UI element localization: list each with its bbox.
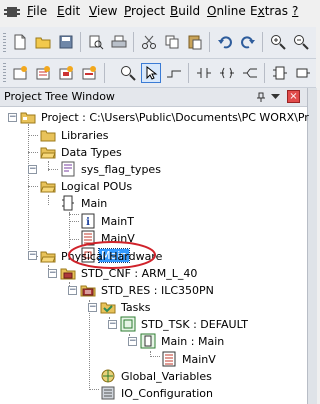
annotation-circle <box>68 241 156 269</box>
new-file-icon[interactable] <box>10 32 30 52</box>
zoom-in-icon[interactable] <box>268 32 288 52</box>
tree-node-label: STD_RES : ILC350PN <box>101 283 214 297</box>
hardware-folder-icon <box>40 251 56 263</box>
folder-open-icon <box>40 181 56 193</box>
tree-node-libraries[interactable]: Libraries <box>40 127 111 143</box>
insert-task-icon[interactable] <box>79 63 99 83</box>
function-block-icon[interactable] <box>270 63 290 83</box>
menu-help[interactable]: ? <box>292 4 298 18</box>
open-folder-icon[interactable] <box>33 32 53 52</box>
tree-node-project[interactable]: Project : C:\Users\Public\Documents\PC W… <box>20 109 311 125</box>
tree-node-label: STD_TSK : DEFAULT <box>141 317 248 331</box>
tree-node-label: sys_flag_types <box>81 162 161 176</box>
datatype-file-icon <box>61 161 75 177</box>
menu-edit[interactable]: Edit <box>57 4 80 18</box>
tree-node-label: Main <box>81 196 108 210</box>
menu-bar: File Edit View Project Build Online Extr… <box>0 0 316 24</box>
folder-open-icon <box>40 147 56 159</box>
collapse-toggle-std-tsk[interactable]: − <box>108 320 117 329</box>
pointer-tool-icon[interactable] <box>141 63 161 83</box>
project-icon <box>20 112 36 124</box>
zoom-icon[interactable] <box>118 63 138 83</box>
folder-icon <box>40 130 56 142</box>
tree-node-data-types[interactable]: Data Types <box>40 144 124 160</box>
connect-line-icon[interactable] <box>164 63 184 83</box>
panel-title-bar: Project Tree Window × <box>0 88 307 107</box>
paste-icon[interactable] <box>185 32 205 52</box>
pin-icon[interactable] <box>254 90 267 103</box>
tree-node-label: Main : Main <box>161 334 225 348</box>
task-icon <box>120 316 136 332</box>
collapse-toggle-std-res[interactable]: − <box>68 286 77 295</box>
variable-block-icon[interactable] <box>293 63 313 83</box>
insert-block-icon[interactable] <box>56 63 76 83</box>
tree-node-main-v-instance[interactable]: MainV <box>161 351 218 367</box>
program-icon <box>62 195 74 211</box>
branch-icon[interactable] <box>240 63 260 83</box>
tree-node-main-t[interactable]: i MainT <box>80 213 136 229</box>
svg-text:i: i <box>86 217 90 228</box>
dropdown-icon[interactable] <box>269 90 282 103</box>
resource-icon <box>80 285 96 297</box>
panel-title: Project Tree Window <box>4 90 115 103</box>
globals-icon <box>101 369 115 383</box>
io-config-icon <box>101 386 115 400</box>
insert-variable-icon[interactable] <box>33 63 53 83</box>
project-tree: − − − − − − − − Project : C:\Users\Publi… <box>0 106 309 404</box>
zoom-out-icon[interactable] <box>291 32 311 52</box>
tree-node-label: Global_Variables <box>121 369 212 383</box>
menu-file[interactable]: File <box>27 4 47 18</box>
close-icon[interactable]: × <box>287 90 300 103</box>
menu-project[interactable]: Project <box>124 4 165 18</box>
variables-icon <box>162 351 176 367</box>
tree-node-label: Logical POUs <box>61 179 133 193</box>
tree-node-io-configuration[interactable]: IO_Configuration <box>100 385 215 401</box>
tree-node-label: Libraries <box>61 128 109 142</box>
redo-icon[interactable] <box>238 32 258 52</box>
program-instance-icon <box>140 333 156 349</box>
tree-node-label: Tasks <box>121 300 151 314</box>
tree-node-label: MainT <box>101 214 134 228</box>
menu-extras[interactable]: Extras <box>250 4 288 18</box>
editor-toolbar <box>0 59 316 88</box>
tree-node-label: Data Types <box>61 145 122 159</box>
print-preview-icon[interactable] <box>86 32 106 52</box>
tree-node-global-variables[interactable]: Global_Variables <box>100 368 214 384</box>
tree-node-std-res[interactable]: STD_RES : ILC350PN <box>80 282 216 298</box>
collapse-toggle-logical-pous[interactable]: − <box>28 165 37 174</box>
copy-icon[interactable] <box>162 32 182 52</box>
menu-view[interactable]: View <box>89 4 117 18</box>
tree-node-logical-pous[interactable]: Logical POUs <box>40 178 134 194</box>
tasks-folder-icon <box>100 302 116 314</box>
cut-icon[interactable] <box>139 32 159 52</box>
collapse-toggle-main-main[interactable]: − <box>128 337 137 346</box>
collapse-toggle-physical-hardware[interactable]: − <box>28 251 37 260</box>
tree-node-tasks[interactable]: Tasks <box>100 299 152 315</box>
tree-node-label: Project : C:\Users\Public\Documents\PC W… <box>41 110 309 124</box>
app-icon[interactable] <box>4 5 20 19</box>
menu-online[interactable]: Online <box>207 4 246 18</box>
contact-icon[interactable] <box>194 63 214 83</box>
coil-icon[interactable] <box>217 63 237 83</box>
editor-area-edge <box>307 88 317 404</box>
print-icon[interactable] <box>109 32 129 52</box>
save-icon[interactable] <box>56 32 76 52</box>
collapse-toggle-std-cnf[interactable]: − <box>48 269 57 278</box>
collapse-toggle-project[interactable]: − <box>8 113 17 122</box>
info-icon: i <box>81 213 95 229</box>
tree-node-label: MainV <box>182 352 216 366</box>
undo-icon[interactable] <box>215 32 235 52</box>
menu-build[interactable]: Build <box>170 4 200 18</box>
collapse-toggle-tasks[interactable]: − <box>88 303 97 312</box>
tree-node-sys-flag-types[interactable]: sys_flag_types <box>60 161 163 177</box>
tree-node-label: IO_Configuration <box>121 386 214 400</box>
tree-node-main-main[interactable]: Main : Main <box>140 333 226 349</box>
tree-node-std-tsk[interactable]: STD_TSK : DEFAULT <box>120 316 250 332</box>
insert-pou-icon[interactable] <box>10 63 30 83</box>
tree-node-main-pou[interactable]: Main <box>60 195 109 211</box>
standard-toolbar <box>0 27 316 59</box>
